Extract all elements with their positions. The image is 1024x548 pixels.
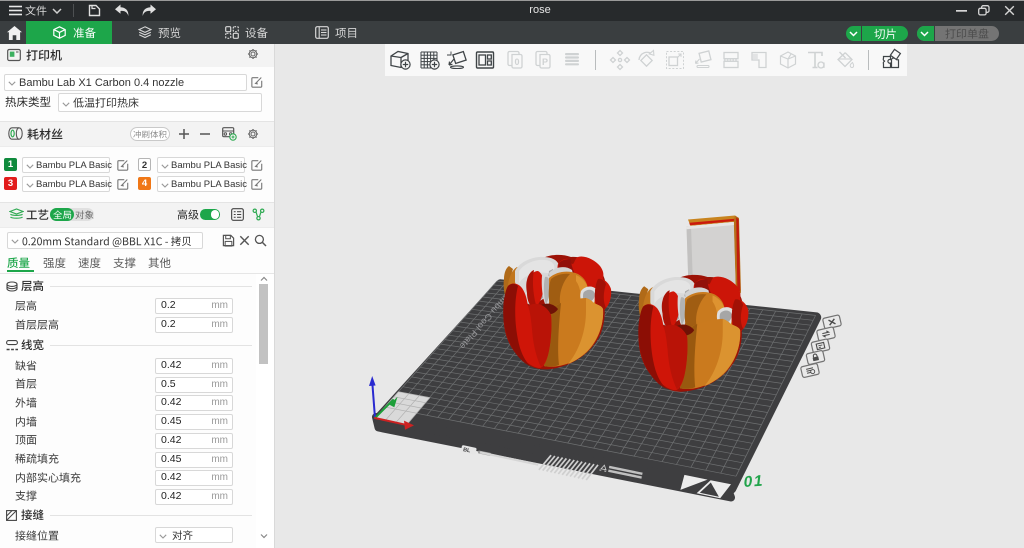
svg-text:0: 0 xyxy=(514,57,519,67)
svg-text:01: 01 xyxy=(743,473,764,491)
svg-text:P: P xyxy=(541,57,547,67)
